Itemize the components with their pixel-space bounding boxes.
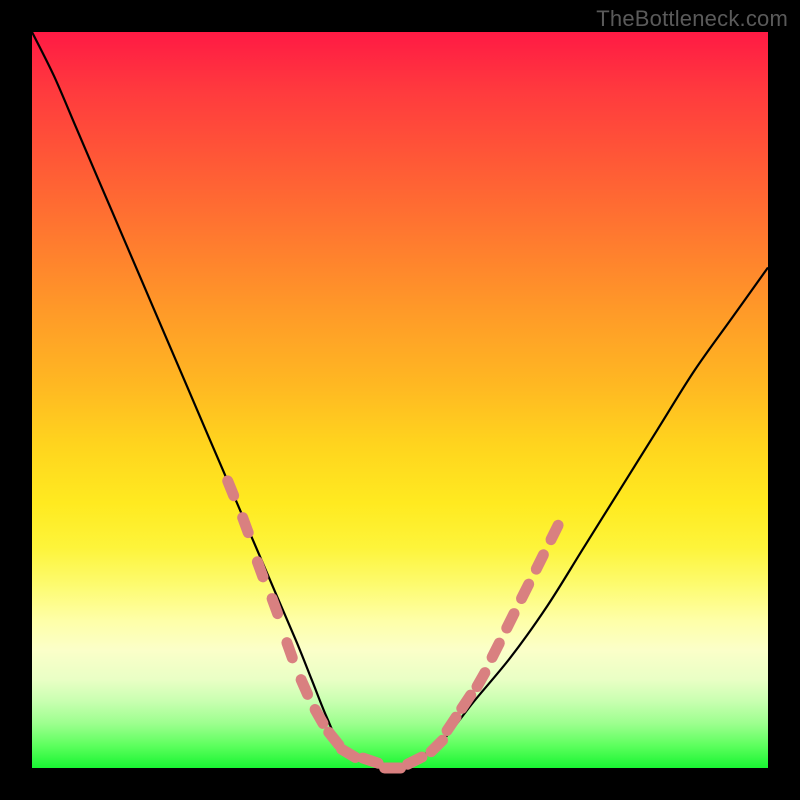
marker-dash (257, 562, 263, 577)
marker-dash (363, 758, 378, 763)
marker-dash (228, 481, 234, 496)
marker-dash (431, 740, 442, 751)
marker-dash (551, 525, 558, 539)
marker-dash (342, 749, 356, 757)
marker-dash (243, 518, 249, 533)
marker-dash (492, 643, 499, 657)
curve-svg (32, 32, 768, 768)
bottleneck-curve (32, 32, 768, 768)
marker-dash (507, 614, 514, 628)
marker-dash (536, 555, 543, 569)
marker-dash (315, 710, 323, 724)
marker-dash (522, 584, 529, 598)
outer-frame: TheBottleneck.com (0, 0, 800, 800)
marker-dash (447, 717, 456, 730)
watermark-text: TheBottleneck.com (596, 6, 788, 32)
highlighted-segments (228, 481, 558, 768)
marker-dash (301, 680, 308, 695)
marker-dash (462, 695, 471, 708)
marker-dash (408, 757, 422, 764)
marker-dash (477, 673, 485, 687)
marker-dash (329, 732, 339, 745)
plot-area (32, 32, 768, 768)
marker-dash (287, 643, 292, 658)
marker-dash (272, 599, 278, 614)
